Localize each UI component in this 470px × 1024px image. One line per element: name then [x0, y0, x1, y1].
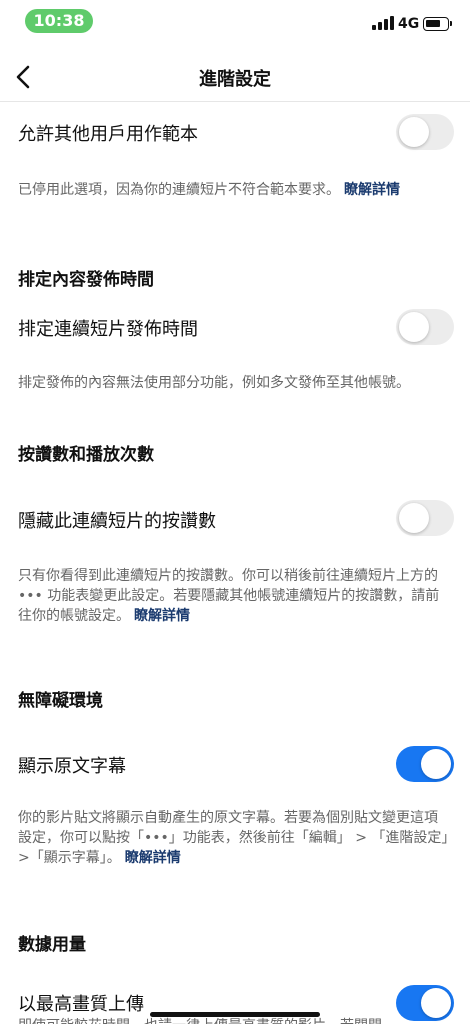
- status-bar: 10:38 4G: [0, 0, 470, 44]
- status-time: 10:38: [25, 9, 93, 33]
- captions-description: 你的影片貼文將顯示自動產生的原文字幕。若要為個別貼文變更這項設定，你可以點按「•…: [18, 810, 449, 866]
- hide-likes-label: 隱藏此連續短片的按讚數: [18, 511, 216, 532]
- template-description: 已停用此選項，因為你的連續短片不符合範本要求。 瞭解詳情: [18, 182, 400, 198]
- schedule-toggle[interactable]: [396, 309, 454, 345]
- battery-icon: [423, 17, 452, 31]
- high-quality-description: 即使可能較花時間，也請一律上傳最高畫質的影片。若關閉: [18, 1016, 450, 1024]
- nav-header: 進階設定: [0, 52, 470, 102]
- schedule-section-title: 排定內容發佈時間: [18, 270, 154, 290]
- high-quality-label: 以最高畫質上傳: [18, 994, 144, 1015]
- hide-likes-toggle[interactable]: [396, 500, 454, 536]
- learn-more-link[interactable]: 瞭解詳情: [125, 850, 181, 866]
- signal-strength-icon: [372, 16, 394, 30]
- likes-section-title: 按讚數和播放次數: [18, 445, 154, 465]
- page-title: 進階設定: [199, 69, 271, 90]
- accessibility-section-title: 無障礙環境: [18, 691, 103, 711]
- home-indicator: [150, 1012, 320, 1017]
- template-setting-label: 允許其他用戶用作範本: [18, 124, 198, 145]
- learn-more-link[interactable]: 瞭解詳情: [344, 182, 400, 198]
- schedule-setting-label: 排定連續短片發佈時間: [18, 319, 198, 340]
- captions-toggle[interactable]: [396, 746, 454, 782]
- network-type: 4G: [398, 16, 420, 32]
- template-toggle[interactable]: [396, 114, 454, 150]
- learn-more-link[interactable]: 瞭解詳情: [134, 608, 190, 624]
- hide-likes-description: 只有你看得到此連續短片的按讚數。你可以稍後前往連續短片上方的 ••• 功能表變更…: [18, 568, 440, 624]
- captions-setting-label: 顯示原文字幕: [18, 756, 126, 777]
- schedule-description: 排定發佈的內容無法使用部分功能，例如多文發佈至其他帳號。: [18, 375, 410, 391]
- data-usage-section-title: 數據用量: [18, 935, 86, 955]
